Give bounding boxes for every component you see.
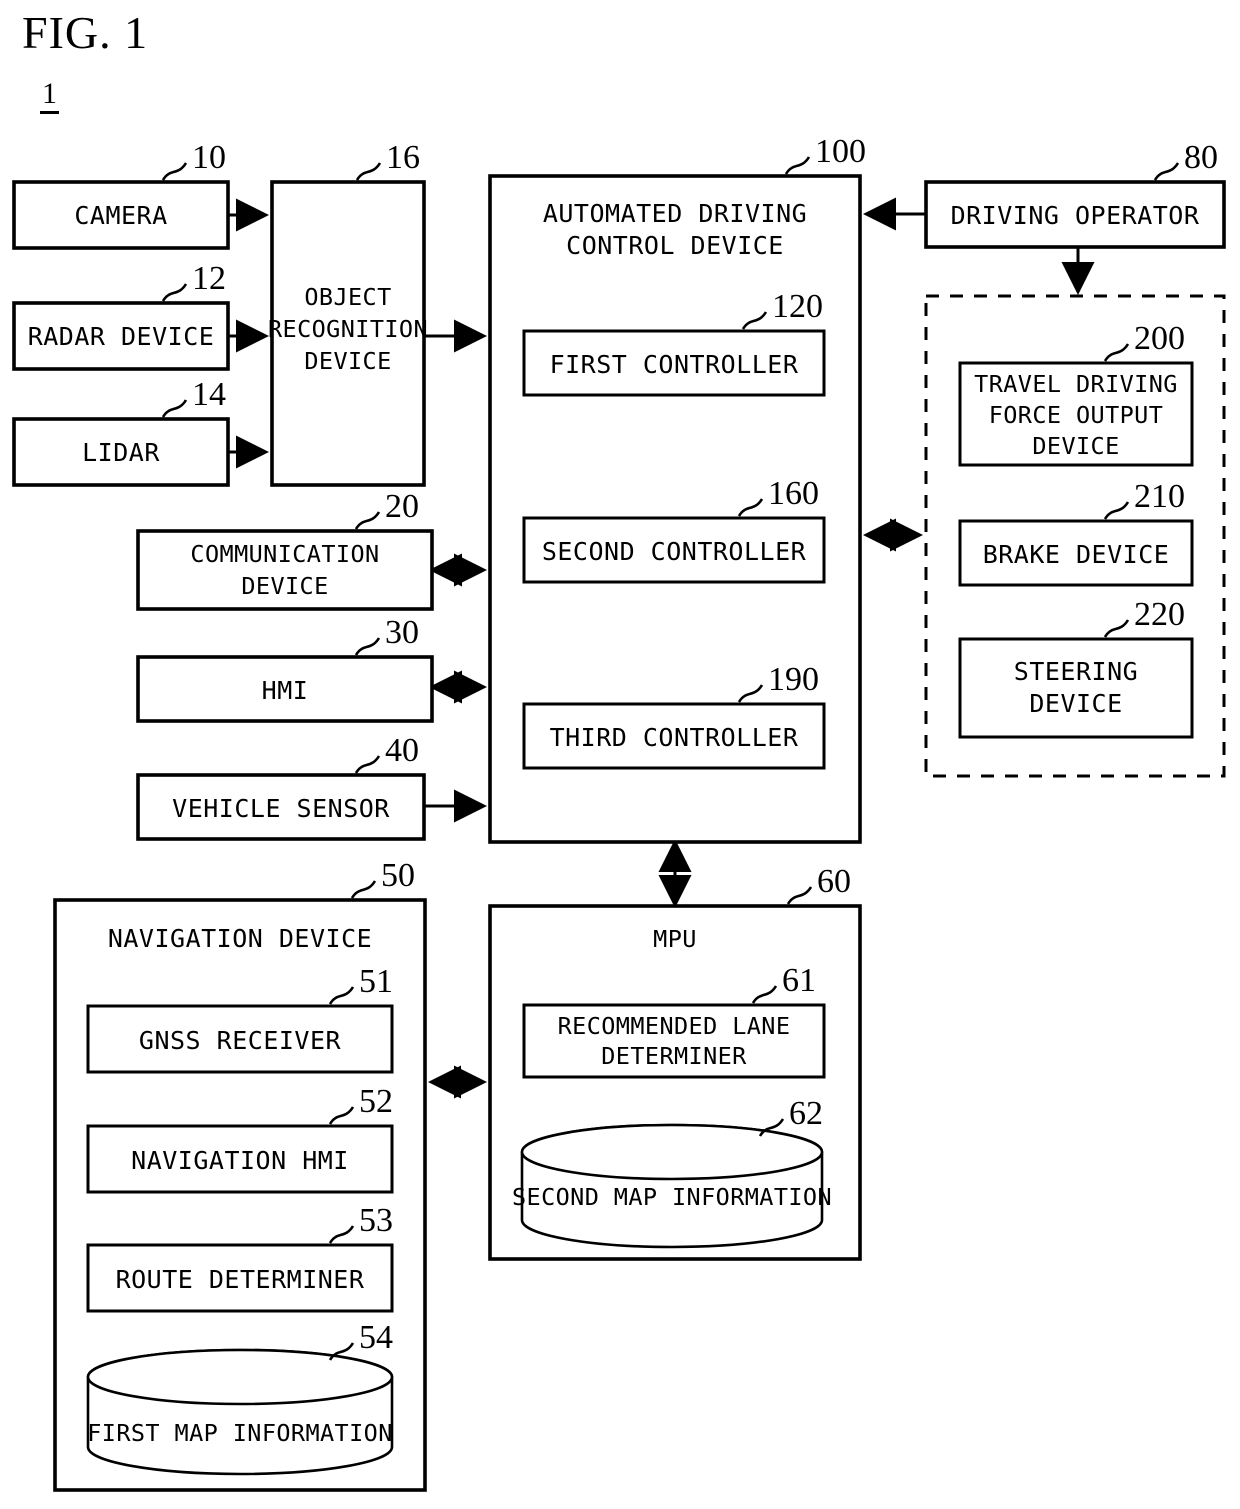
communication-device-ref: 20	[385, 488, 419, 525]
route-determiner-label: ROUTE DETERMINER	[116, 1265, 365, 1294]
driving-operator-ref: 80	[1184, 139, 1218, 176]
vehicle-sensor-ref: 40	[385, 732, 419, 769]
node-driving-operator[interactable]: DRIVING OPERATOR 80	[924, 139, 1226, 249]
adcd-label-line1: AUTOMATED DRIVING	[543, 199, 807, 228]
first-controller-label: FIRST CONTROLLER	[550, 350, 799, 379]
recommended-lane-determiner-label-line2: DETERMINER	[601, 1042, 747, 1070]
node-communication-device[interactable]: COMMUNICATION DEVICE 20	[136, 488, 434, 611]
recommended-lane-determiner-ref: 61	[782, 962, 816, 999]
steering-device-label-line1: STEERING	[1014, 657, 1138, 686]
navigation-device-ref: 50	[381, 857, 415, 894]
brake-device-label: BRAKE DEVICE	[983, 540, 1170, 569]
object-recognition-label-line1: OBJECT	[304, 283, 391, 311]
node-object-recognition-device[interactable]: OBJECT RECOGNITION DEVICE 16	[268, 139, 428, 487]
gnss-receiver-label: GNSS RECEIVER	[139, 1026, 342, 1055]
navigation-device-label: NAVIGATION DEVICE	[108, 924, 372, 953]
recommended-lane-determiner-label-line1: RECOMMENDED LANE	[558, 1012, 791, 1040]
communication-device-label-line2: DEVICE	[241, 572, 328, 600]
adcd-ref: 100	[815, 133, 866, 170]
brake-device-ref: 210	[1134, 478, 1185, 515]
gnss-receiver-ref: 51	[359, 963, 393, 1000]
first-controller-ref: 120	[772, 288, 823, 325]
hmi-label: HMI	[262, 676, 309, 705]
node-hmi[interactable]: HMI 30	[136, 614, 434, 723]
second-map-information-label: SECOND MAP INFORMATION	[512, 1183, 832, 1211]
travel-driving-force-ref: 200	[1134, 320, 1185, 357]
communication-device-label-line1: COMMUNICATION	[190, 540, 379, 568]
driving-operator-label: DRIVING OPERATOR	[951, 201, 1200, 230]
node-radar-device[interactable]: RADAR DEVICE 12	[12, 260, 230, 371]
patent-figure-sheet: FIG. 1 1 CAMERA 10 RADAR DEVICE 12 LIDAR…	[0, 0, 1240, 1509]
lidar-label: LIDAR	[82, 438, 160, 467]
first-map-information-label: FIRST MAP INFORMATION	[87, 1419, 393, 1447]
route-determiner-ref: 53	[359, 1202, 393, 1239]
navigation-hmi-ref: 52	[359, 1083, 393, 1120]
navigation-hmi-label: NAVIGATION HMI	[131, 1146, 349, 1175]
object-recognition-label-line3: DEVICE	[304, 347, 391, 375]
travel-driving-force-label-line3: DEVICE	[1032, 432, 1119, 460]
block-diagram: CAMERA 10 RADAR DEVICE 12 LIDAR 14 OBJEC…	[12, 133, 1226, 1492]
travel-driving-force-label-line1: TRAVEL DRIVING	[974, 370, 1178, 398]
vehicle-sensor-label: VEHICLE SENSOR	[172, 794, 390, 823]
node-vehicle-sensor[interactable]: VEHICLE SENSOR 40	[136, 732, 426, 841]
hmi-ref: 30	[385, 614, 419, 651]
mpu-label: MPU	[653, 925, 697, 953]
steering-device-ref: 220	[1134, 596, 1185, 633]
third-controller-label: THIRD CONTROLLER	[550, 723, 799, 752]
node-lidar[interactable]: LIDAR 14	[12, 376, 230, 487]
object-recognition-ref: 16	[386, 139, 420, 176]
radar-device-label: RADAR DEVICE	[28, 322, 215, 351]
camera-ref: 10	[192, 139, 226, 176]
node-brake-device[interactable]: BRAKE DEVICE 210	[958, 478, 1194, 587]
second-controller-label: SECOND CONTROLLER	[542, 537, 807, 566]
adcd-label-line2: CONTROL DEVICE	[566, 231, 784, 260]
node-travel-driving-force-output-device[interactable]: TRAVEL DRIVING FORCE OUTPUT DEVICE 200	[958, 320, 1194, 467]
lidar-ref: 14	[192, 376, 226, 413]
object-recognition-label-line2: RECOGNITION	[268, 315, 428, 343]
travel-driving-force-label-line2: FORCE OUTPUT	[989, 401, 1164, 429]
camera-label: CAMERA	[74, 201, 167, 230]
radar-device-ref: 12	[192, 260, 226, 297]
node-steering-device[interactable]: STEERING DEVICE 220	[958, 596, 1194, 739]
steering-device-label-line2: DEVICE	[1029, 689, 1122, 718]
second-controller-ref: 160	[768, 475, 819, 512]
node-camera[interactable]: CAMERA 10	[12, 139, 230, 250]
mpu-ref: 60	[817, 863, 851, 900]
second-map-information-ref: 62	[789, 1095, 823, 1132]
first-map-information-ref: 54	[359, 1319, 393, 1356]
third-controller-ref: 190	[768, 661, 819, 698]
